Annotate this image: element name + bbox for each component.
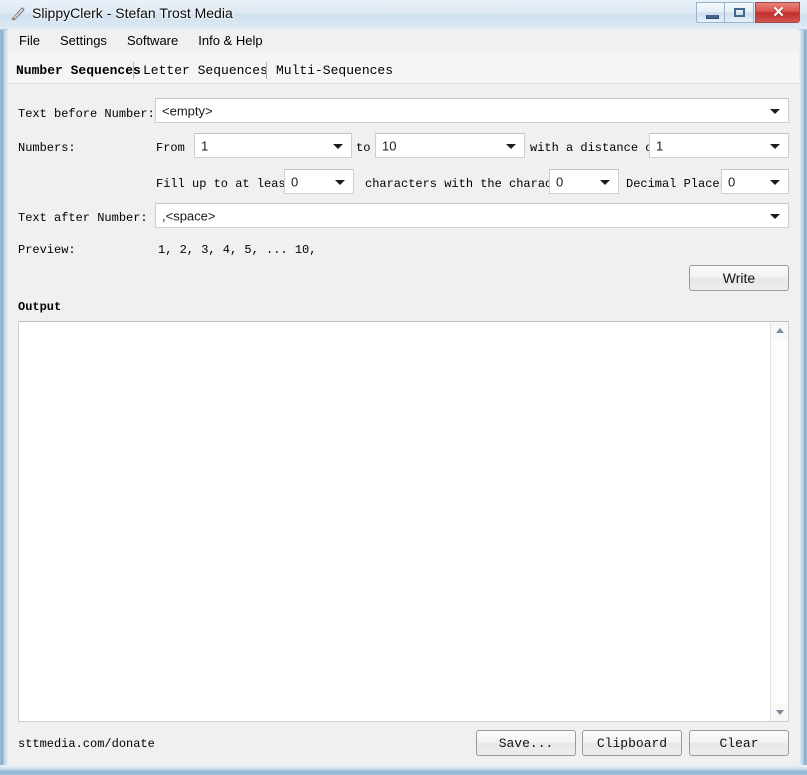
minimize-button[interactable]	[696, 2, 725, 23]
chevron-down-icon	[333, 143, 343, 149]
clear-button[interactable]: Clear	[689, 730, 789, 756]
chevron-down-icon	[770, 179, 780, 185]
text-after-number-combo[interactable]: ,<space>	[155, 203, 789, 228]
scrollbar-track[interactable]	[771, 339, 788, 704]
fill-up-value: 0	[291, 174, 299, 189]
text-after-number-label: Text after Number:	[18, 211, 148, 225]
to-value: 10	[382, 138, 397, 153]
preview-label: Preview:	[18, 243, 76, 257]
window-frame-right	[799, 0, 807, 775]
tab-separator-1	[133, 62, 134, 79]
minimize-icon	[706, 15, 719, 19]
decimal-places-label: Decimal Places:	[626, 177, 735, 191]
tab-multi-sequences[interactable]: Multi-Sequences	[276, 63, 393, 78]
donate-link[interactable]: sttmedia.com/donate	[18, 737, 155, 751]
window-frame-left	[0, 0, 8, 775]
scroll-up-button[interactable]	[771, 322, 788, 339]
chevron-down-icon	[776, 710, 784, 715]
characters-with-label: characters with the character	[365, 177, 574, 191]
chevron-down-icon	[770, 213, 780, 219]
output-textarea[interactable]	[18, 321, 789, 722]
clipboard-button-label: Clipboard	[596, 735, 668, 751]
close-icon: ✕	[772, 4, 785, 21]
menu-item-info-help[interactable]: Info & Help	[189, 30, 271, 51]
text-before-number-label: Text before Number:	[18, 107, 155, 121]
from-label: From	[156, 141, 185, 155]
decimal-places-combo[interactable]: 0	[721, 169, 789, 194]
clear-button-label: Clear	[719, 735, 759, 751]
client-area: Number Sequences Letter Sequences Multi-…	[8, 51, 799, 765]
distance-label: with a distance of	[530, 141, 660, 155]
chevron-down-icon	[335, 179, 345, 185]
text-before-number-value: <empty>	[162, 103, 213, 118]
numbers-label: Numbers:	[18, 141, 76, 155]
chevron-down-icon	[600, 179, 610, 185]
text-before-number-combo[interactable]: <empty>	[155, 98, 789, 123]
from-value: 1	[201, 138, 209, 153]
character-combo[interactable]: 0	[549, 169, 619, 194]
to-combo[interactable]: 10	[375, 133, 525, 158]
save-button[interactable]: Save...	[476, 730, 576, 756]
tab-number-sequences[interactable]: Number Sequences	[16, 63, 141, 78]
chevron-up-icon	[776, 328, 784, 333]
write-button[interactable]: Write	[689, 265, 789, 291]
text-after-number-value: ,<space>	[162, 208, 216, 223]
output-group-label: Output	[18, 300, 62, 314]
window-controls: ✕	[696, 2, 800, 24]
app-rocket-icon	[11, 7, 25, 21]
tab-strip: Number Sequences Letter Sequences Multi-…	[8, 51, 799, 84]
distance-combo[interactable]: 1	[649, 133, 789, 158]
write-button-label: Write	[722, 270, 756, 286]
character-value: 0	[556, 174, 564, 189]
clipboard-button[interactable]: Clipboard	[582, 730, 682, 756]
menu-item-software[interactable]: Software	[118, 30, 187, 51]
decimal-places-value: 0	[728, 174, 736, 189]
preview-value: 1, 2, 3, 4, 5, ... 10,	[158, 243, 317, 257]
title-bar[interactable]: SlippyClerk - Stefan Trost Media ✕	[0, 0, 807, 30]
window-frame-bottom	[0, 765, 807, 775]
close-button[interactable]: ✕	[755, 2, 800, 23]
chevron-down-icon	[770, 108, 780, 114]
tab-separator-2	[266, 62, 267, 79]
from-combo[interactable]: 1	[194, 133, 352, 158]
fill-up-label: Fill up to at least	[156, 177, 293, 191]
chevron-down-icon	[770, 143, 780, 149]
distance-value: 1	[656, 138, 664, 153]
window-title: SlippyClerk - Stefan Trost Media	[32, 5, 233, 21]
maximize-icon	[734, 8, 745, 17]
to-label: to	[356, 141, 371, 155]
menu-item-file[interactable]: File	[10, 30, 49, 51]
maximize-button[interactable]	[725, 2, 754, 23]
fill-up-combo[interactable]: 0	[284, 169, 354, 194]
save-button-label: Save...	[498, 735, 554, 751]
application-window: SlippyClerk - Stefan Trost Media ✕ File …	[0, 0, 807, 775]
menu-bar: File Settings Software Info & Help	[8, 29, 799, 52]
scroll-down-button[interactable]	[771, 704, 788, 721]
chevron-down-icon	[506, 143, 516, 149]
output-scrollbar[interactable]	[770, 322, 788, 721]
tab-letter-sequences[interactable]: Letter Sequences	[143, 63, 268, 78]
menu-item-settings[interactable]: Settings	[51, 30, 116, 51]
